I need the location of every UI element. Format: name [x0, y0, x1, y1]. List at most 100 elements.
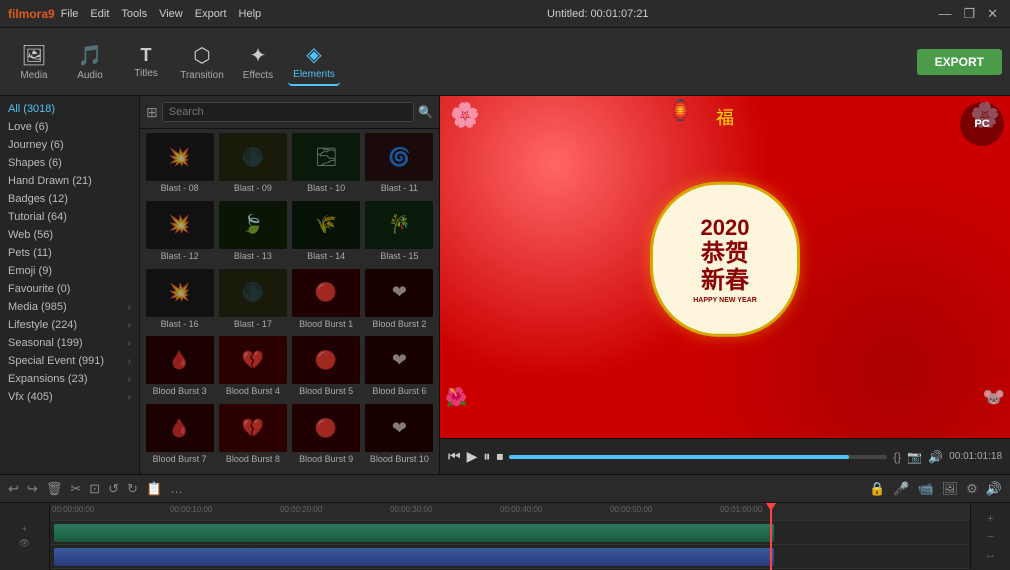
- grid-item[interactable]: 🔴 Blood Burst 9: [291, 404, 362, 470]
- volume-icon[interactable]: 🔊: [928, 450, 943, 464]
- pause-button[interactable]: ⏸: [483, 448, 490, 465]
- grid-item[interactable]: 🌫 Blast - 10: [291, 133, 362, 199]
- timeline-fit[interactable]: ↔: [985, 549, 996, 561]
- timeline-zoom-in[interactable]: +: [987, 513, 993, 525]
- grid-item[interactable]: 🌀 Blast - 11: [364, 133, 435, 199]
- sidebar-item-love[interactable]: Love (6): [0, 118, 139, 136]
- close-icon[interactable]: ✕: [983, 6, 1002, 22]
- grid-item[interactable]: ❤ Blood Burst 6: [364, 336, 435, 402]
- thumb-icon: 💥: [168, 282, 190, 303]
- grid-item[interactable]: 💥 Blast - 08: [144, 133, 215, 199]
- grid-item[interactable]: 🌾 Blast - 14: [291, 201, 362, 267]
- grid-thumb: 🌫: [292, 133, 360, 181]
- video-clip[interactable]: [54, 524, 774, 542]
- grid-item-label: Blast - 17: [219, 317, 287, 331]
- timeline-zoom-out[interactable]: −: [987, 531, 993, 543]
- skip-back-button[interactable]: ⏮: [448, 448, 461, 465]
- stop-button[interactable]: ⏹: [496, 448, 503, 465]
- redo-icon[interactable]: ↪: [27, 481, 38, 497]
- add-track-icon[interactable]: +: [22, 524, 27, 534]
- menu-tools[interactable]: Tools: [121, 8, 147, 20]
- menu-edit[interactable]: Edit: [90, 8, 109, 20]
- sidebar-item-vfx[interactable]: Vfx (405) ›: [0, 388, 139, 406]
- playhead[interactable]: [770, 503, 772, 570]
- scissors-icon[interactable]: {}: [893, 450, 901, 464]
- sidebar-item-favourite[interactable]: Favourite (0): [0, 280, 139, 298]
- sidebar-item-emoji[interactable]: Emoji (9): [0, 262, 139, 280]
- toolbar-transition[interactable]: ⬡ Transition: [176, 39, 228, 85]
- sidebar-item-tutorial[interactable]: Tutorial (64): [0, 208, 139, 226]
- menu-export[interactable]: Export: [195, 8, 227, 20]
- grid-item-label: Blood Burst 6: [365, 384, 433, 398]
- sidebar-item-lifestyle[interactable]: Lifestyle (224) ›: [0, 316, 139, 334]
- cut-icon[interactable]: ✂: [70, 481, 81, 497]
- transition-icon: ⬡: [193, 43, 210, 68]
- grid-item[interactable]: 💥 Blast - 12: [144, 201, 215, 267]
- sidebar-item-pets[interactable]: Pets (11): [0, 244, 139, 262]
- lock-icon[interactable]: 🔒: [869, 481, 885, 497]
- grid-item[interactable]: 🎋 Blast - 15: [364, 201, 435, 267]
- grid-item[interactable]: 🔴 Blood Burst 5: [291, 336, 362, 402]
- snapshot-icon[interactable]: 📷: [907, 450, 922, 464]
- toolbar-effects[interactable]: ✦ Effects: [232, 39, 284, 85]
- grid-item[interactable]: 🩸 Blood Burst 7: [144, 404, 215, 470]
- grid-thumb: 🌑: [219, 133, 287, 181]
- play-button[interactable]: ▶: [467, 448, 478, 465]
- rotate-left-icon[interactable]: ↺: [108, 481, 119, 497]
- progress-bar[interactable]: [509, 455, 887, 459]
- rotate-right-icon[interactable]: ↻: [127, 481, 138, 497]
- search-icon[interactable]: 🔍: [418, 105, 433, 119]
- sidebar-item-shapes[interactable]: Shapes (6): [0, 154, 139, 172]
- sidebar-item-all[interactable]: All (3018): [0, 100, 139, 118]
- sidebar-item-handdrawn[interactable]: Hand Drawn (21): [0, 172, 139, 190]
- grid-item[interactable]: 🌑 Blast - 09: [217, 133, 288, 199]
- snapshot-timeline-icon[interactable]: 🖼: [942, 481, 959, 497]
- copy-icon[interactable]: 📋: [146, 481, 162, 497]
- undo-icon[interactable]: ↩: [8, 481, 19, 497]
- preview-panel: 🌸 🌸 🏮 🌺 🐭 2020 恭贺新春 HAPPY NEW YEAR 福 PC: [440, 96, 1010, 474]
- sidebar-item-media[interactable]: Media (985) ›: [0, 298, 139, 316]
- more-icon[interactable]: …: [170, 481, 183, 496]
- export-button[interactable]: EXPORT: [917, 49, 1002, 75]
- minimize-icon[interactable]: —: [934, 6, 955, 21]
- grid-item[interactable]: 🌑 Blast - 17: [217, 269, 288, 335]
- grid-item[interactable]: 🩸 Blood Burst 3: [144, 336, 215, 402]
- menu-bar[interactable]: File Edit Tools View Export Help: [61, 8, 261, 20]
- toolbar-media[interactable]: 🖼 Media: [8, 39, 60, 85]
- sidebar-item-expansions[interactable]: Expansions (23) ›: [0, 370, 139, 388]
- maximize-icon[interactable]: ❐: [959, 6, 979, 22]
- audio-clip[interactable]: [54, 548, 774, 566]
- elements-panel: ⊞ 🔍 💥 Blast - 08 🌑 Blast - 09 🌫 Blast - …: [140, 96, 440, 474]
- camera-icon[interactable]: 📹: [917, 481, 933, 497]
- thumb-icon: 🌫: [315, 147, 338, 168]
- grid-item[interactable]: ❤ Blood Burst 10: [364, 404, 435, 470]
- grid-thumb: ❤: [365, 269, 433, 317]
- crop-icon[interactable]: ⊡: [89, 481, 100, 497]
- track-eye-icon[interactable]: 👁: [19, 538, 30, 549]
- grid-item[interactable]: 💔 Blood Burst 8: [217, 404, 288, 470]
- search-input[interactable]: [162, 102, 414, 122]
- grid-item[interactable]: 💔 Blood Burst 4: [217, 336, 288, 402]
- grid-layout-icon[interactable]: ⊞: [146, 104, 158, 121]
- toolbar-titles[interactable]: T Titles: [120, 41, 172, 83]
- mic-icon[interactable]: 🎤: [893, 481, 909, 497]
- sidebar-item-badges[interactable]: Badges (12): [0, 190, 139, 208]
- sidebar-item-special[interactable]: Special Event (991) ›: [0, 352, 139, 370]
- grid-item[interactable]: ❤ Blood Burst 2: [364, 269, 435, 335]
- grid-item[interactable]: 🍃 Blast - 13: [217, 201, 288, 267]
- window-controls[interactable]: — ❐ ✕: [934, 6, 1002, 22]
- toolbar-audio[interactable]: 🎵 Audio: [64, 39, 116, 85]
- menu-view[interactable]: View: [159, 8, 183, 20]
- menu-file[interactable]: File: [61, 8, 79, 20]
- grid-item[interactable]: 💥 Blast - 16: [144, 269, 215, 335]
- grid-item[interactable]: 🔴 Blood Burst 1: [291, 269, 362, 335]
- sidebar-item-web[interactable]: Web (56): [0, 226, 139, 244]
- sidebar-item-journey[interactable]: Journey (6): [0, 136, 139, 154]
- delete-icon[interactable]: 🗑: [46, 481, 63, 497]
- grid-item-label: Blast - 16: [146, 317, 214, 331]
- volume-timeline-icon[interactable]: 🔊: [986, 481, 1002, 497]
- settings-icon[interactable]: ⚙: [966, 481, 978, 497]
- toolbar-elements[interactable]: ◈ Elements: [288, 38, 340, 86]
- sidebar-item-seasonal[interactable]: Seasonal (199) ›: [0, 334, 139, 352]
- menu-help[interactable]: Help: [239, 8, 262, 20]
